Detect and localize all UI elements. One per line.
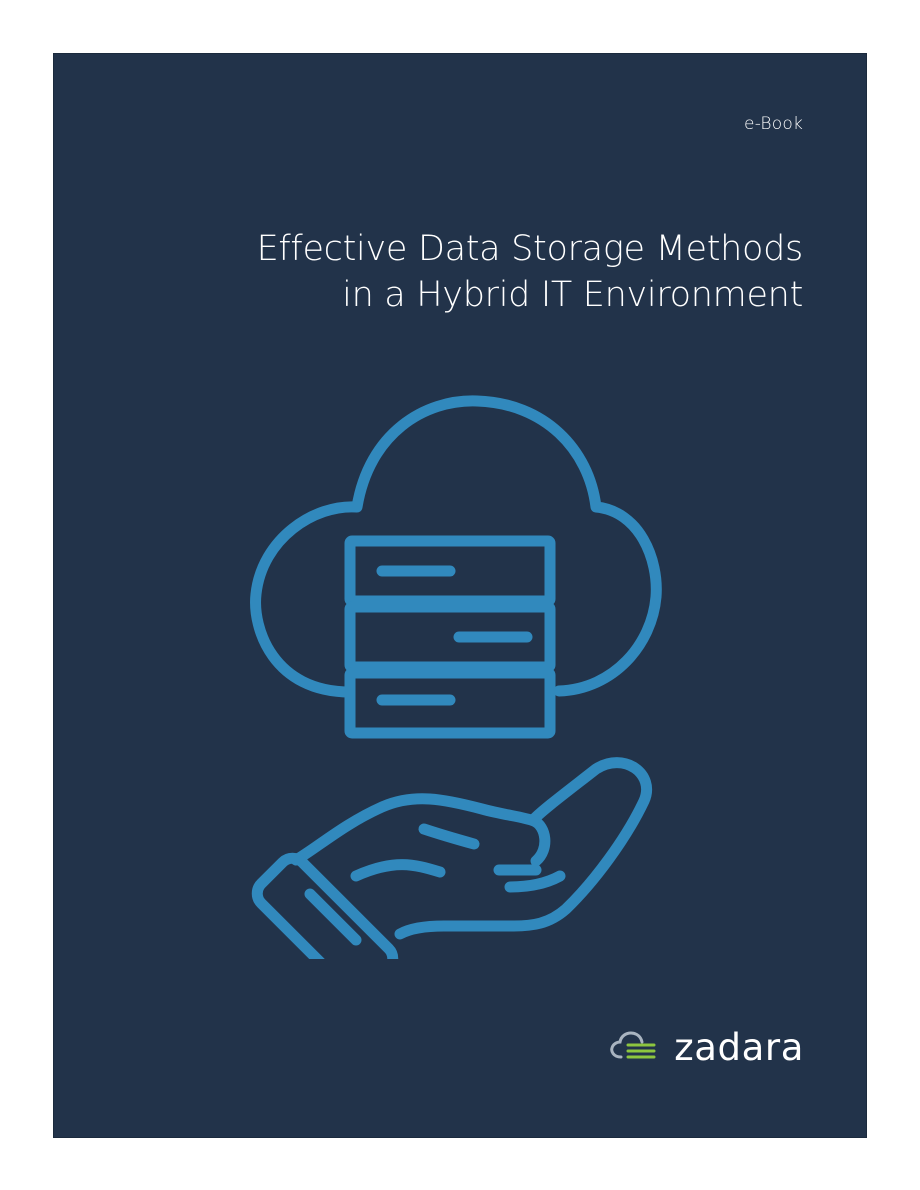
cover-title: Effective Data Storage Methods in a Hybr…	[163, 226, 804, 318]
brand-logo: zadara	[608, 1022, 804, 1072]
ebook-cover: e-Book Effective Data Storage Methods in…	[54, 54, 866, 1137]
hand-finger-line	[418, 823, 480, 850]
hand-wrist-line	[350, 859, 446, 882]
hand-thumb-tip	[504, 870, 566, 893]
cover-title-line-1: Effective Data Storage Methods	[256, 229, 804, 269]
brand-name: zadara	[674, 1025, 804, 1069]
document-type-label: e-Book	[744, 114, 803, 134]
hand-outer	[394, 757, 652, 940]
cloud-server-hand-icon	[250, 395, 662, 959]
cover-title-line-2: in a Hybrid IT Environment	[342, 275, 803, 315]
hand-cuff-detail	[304, 888, 362, 946]
zadara-cloud-logo-icon	[610, 1031, 656, 1059]
